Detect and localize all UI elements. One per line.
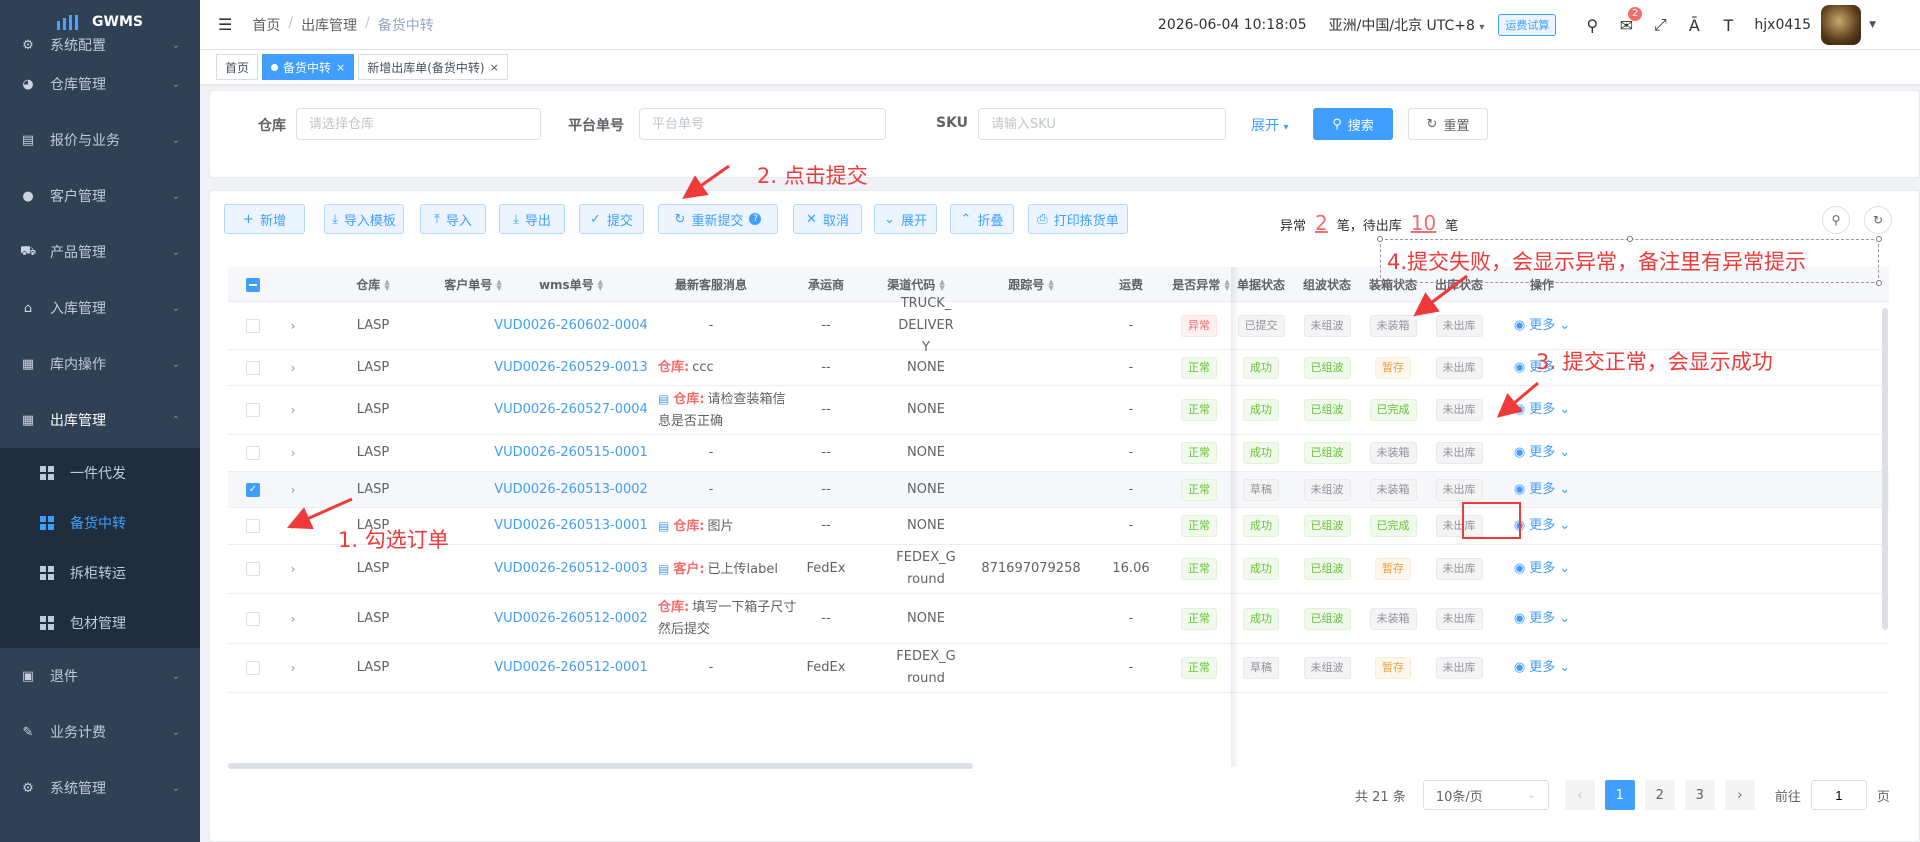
annotation-arrows	[287, 164, 1539, 530]
